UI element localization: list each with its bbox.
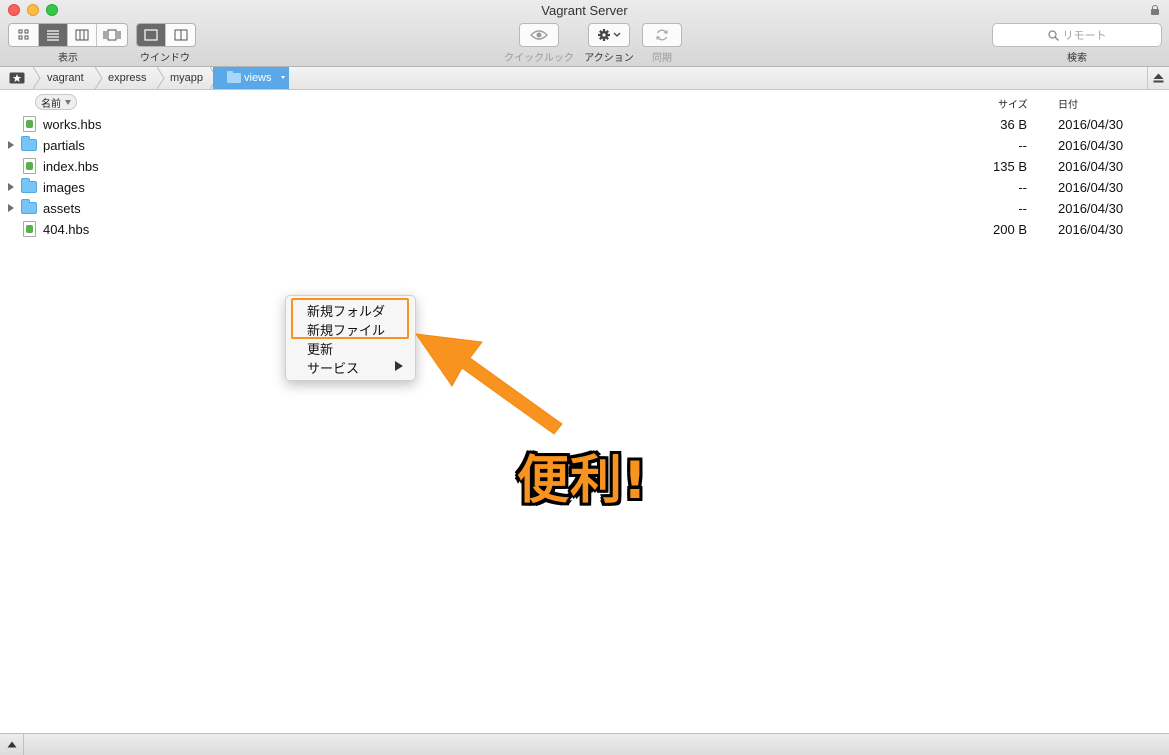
search-placeholder: リモート [1062, 30, 1107, 42]
folder-icon [21, 178, 37, 193]
file-size: -- [1018, 180, 1027, 195]
action-button[interactable] [588, 23, 630, 47]
view-mode-control [8, 23, 128, 47]
crumb-vagrant[interactable]: vagrant [47, 67, 84, 89]
date-column-label[interactable]: 日付 [1058, 96, 1078, 111]
column-header: 名前 サイズ 日付 [0, 90, 1169, 114]
path-separator [95, 67, 103, 89]
eject-button[interactable] [1147, 67, 1169, 89]
table-row[interactable]: assets -- 2016/04/30 [0, 198, 1169, 219]
favorites-button[interactable] [0, 67, 34, 89]
file-list: works.hbs 36 B 2016/04/30 partials -- 20… [0, 114, 1169, 240]
annotation-arrow [414, 333, 563, 435]
menu-item-services[interactable]: サービス [307, 358, 359, 377]
name-column-sort[interactable]: 名前 [35, 94, 77, 110]
file-name: partials [43, 138, 85, 153]
search-input[interactable]: リモート [992, 23, 1162, 47]
list-view-button[interactable] [39, 24, 68, 46]
file-date: 2016/04/30 [1058, 138, 1124, 153]
table-row[interactable]: partials -- 2016/04/30 [0, 135, 1169, 156]
sync-button[interactable] [642, 23, 682, 47]
crumb-myapp[interactable]: myapp [170, 67, 203, 89]
file-size: 135 B [993, 159, 1027, 174]
triangle-up-icon [7, 741, 16, 748]
favorites-star-icon [9, 72, 25, 84]
gear-icon [598, 29, 621, 41]
file-name: assets [43, 201, 81, 216]
window-title: Vagrant Server [541, 3, 628, 18]
single-pane-button[interactable] [137, 24, 166, 46]
table-row[interactable]: works.hbs 36 B 2016/04/30 [0, 114, 1169, 135]
highlight-box [291, 298, 409, 339]
search-icon [1047, 29, 1059, 41]
columns-icon [75, 29, 89, 41]
window-toolbar: Vagrant Server 表示 ウインドウ クイックルック アクション 同期… [0, 0, 1169, 67]
file-size: 200 B [993, 222, 1027, 237]
table-row[interactable]: images -- 2016/04/30 [0, 177, 1169, 198]
path-separator [33, 67, 41, 89]
lock-icon [1151, 5, 1159, 15]
expand-panel-button[interactable] [0, 734, 24, 755]
action-label: アクション [584, 53, 634, 64]
icon-view-button[interactable] [9, 24, 39, 46]
dual-pane-button[interactable] [166, 24, 195, 46]
eject-icon [1153, 73, 1164, 83]
folder-icon [21, 136, 37, 151]
folder-icon [227, 71, 241, 83]
file-date: 2016/04/30 [1058, 117, 1124, 132]
status-bar [0, 733, 1169, 755]
file-date: 2016/04/30 [1058, 201, 1124, 216]
disclosure-triangle-icon[interactable] [8, 141, 14, 149]
quicklook-label: クイックルック [504, 53, 574, 64]
file-name: works.hbs [43, 117, 102, 132]
view-label: 表示 [58, 53, 78, 64]
crumb-views[interactable]: views [213, 67, 289, 89]
coverflow-icon [103, 29, 121, 41]
file-name: 404.hbs [43, 222, 90, 237]
window-mode-control [136, 23, 196, 47]
sort-arrow-icon [65, 99, 71, 105]
file-size: 36 B [1000, 117, 1027, 132]
dual-pane-icon [174, 29, 187, 41]
sync-label: 同期 [652, 53, 672, 64]
single-pane-icon [144, 29, 158, 41]
size-column-label[interactable]: サイズ [998, 96, 1028, 111]
path-bar: vagrant express myapp views [0, 67, 1169, 90]
file-date: 2016/04/30 [1058, 222, 1124, 237]
crumb-views-label: views [244, 72, 272, 84]
folder-icon [21, 199, 37, 214]
file-date: 2016/04/30 [1058, 159, 1124, 174]
crumb-express[interactable]: express [108, 67, 147, 89]
column-view-button[interactable] [68, 24, 97, 46]
table-row[interactable]: index.hbs 135 B 2016/04/30 [0, 156, 1169, 177]
refresh-icon [656, 29, 668, 41]
hbs-file-icon [23, 158, 36, 174]
file-name: images [43, 180, 85, 195]
search-label: 検索 [1067, 53, 1087, 64]
table-row[interactable]: 404.hbs 200 B 2016/04/30 [0, 219, 1169, 240]
list-icon [47, 30, 59, 41]
submenu-arrow-icon [395, 361, 403, 371]
path-separator [157, 67, 165, 89]
file-date: 2016/04/30 [1058, 180, 1124, 195]
quicklook-button[interactable] [519, 23, 559, 47]
name-column-label: 名前 [41, 98, 61, 110]
file-name: index.hbs [43, 159, 99, 174]
file-size: -- [1018, 138, 1027, 153]
hbs-file-icon [23, 221, 36, 237]
disclosure-triangle-icon[interactable] [8, 183, 14, 191]
hbs-file-icon [23, 116, 36, 132]
eye-icon [530, 30, 548, 40]
chevron-down-icon [281, 76, 285, 79]
menu-item-refresh[interactable]: 更新 [307, 339, 333, 358]
file-size: -- [1018, 201, 1027, 216]
annotation-text: 便利! [517, 451, 648, 511]
coverflow-view-button[interactable] [97, 24, 127, 46]
grid-icon [18, 29, 28, 40]
window-label: ウインドウ [140, 53, 190, 64]
disclosure-triangle-icon[interactable] [8, 204, 14, 212]
